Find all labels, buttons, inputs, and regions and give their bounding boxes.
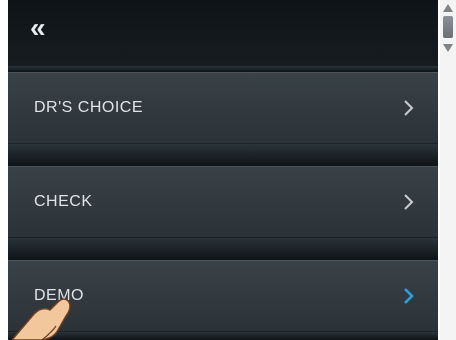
menu-item-label: CHECK (34, 193, 93, 210)
pointing-hand-icon (12, 298, 71, 340)
divider (8, 238, 438, 260)
chevron-right-icon (404, 100, 414, 116)
scrollbar[interactable] (440, 0, 456, 340)
menu-item-label: DR'S CHOICE (34, 99, 144, 116)
scroll-up-arrow-icon[interactable] (443, 4, 453, 12)
menu-panel: « DR'S CHOICE CHECK DEMO (8, 0, 438, 340)
menu-item-check[interactable]: CHECK (8, 166, 438, 238)
double-chevron-left-icon[interactable]: « (30, 14, 46, 42)
menu-item-drs-choice[interactable]: DR'S CHOICE (8, 72, 438, 144)
scroll-down-arrow-icon[interactable] (443, 44, 453, 52)
chevron-right-icon (404, 288, 414, 304)
scroll-thumb[interactable] (443, 16, 453, 38)
chevron-right-icon (404, 194, 414, 210)
header-bar: « (8, 0, 438, 66)
divider (8, 144, 438, 166)
